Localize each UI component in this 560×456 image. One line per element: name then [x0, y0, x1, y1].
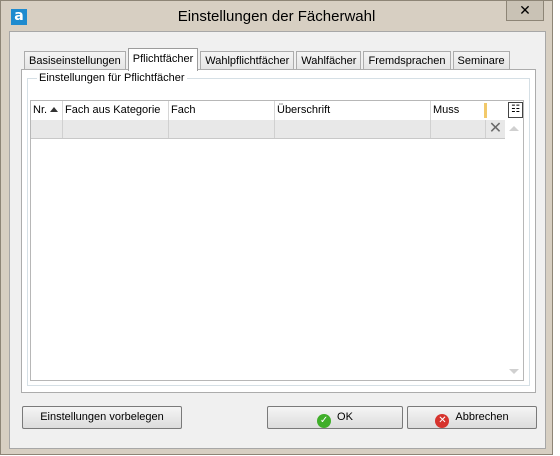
table-row[interactable]: ✕	[31, 120, 505, 139]
tab-seminare[interactable]: Seminare	[452, 51, 510, 70]
tab-basiseinstellungen[interactable]: Basiseinstellungen	[24, 51, 126, 70]
tab-wahlpflichtfaecher[interactable]: Wahlpflichtfächer	[200, 51, 295, 70]
window-title: Einstellungen der Fächerwahl	[177, 8, 376, 25]
column-header-fach[interactable]: Fach	[169, 101, 275, 120]
sort-ascending-icon	[50, 107, 59, 112]
delete-row-icon[interactable]: ✕	[486, 120, 505, 138]
cancel-button-label: Abbrechen	[455, 411, 509, 423]
cell-ueberschrift[interactable]	[275, 120, 431, 138]
vertical-scrollbar[interactable]	[506, 120, 523, 380]
tab-fremdsprachen[interactable]: Fremdsprachen	[363, 51, 451, 70]
scroll-up-icon[interactable]	[509, 126, 519, 131]
column-header-label: Nr.	[33, 104, 48, 116]
scroll-down-icon[interactable]	[509, 369, 519, 374]
column-chooser-icon[interactable]: ☷	[508, 102, 523, 118]
cell-nr[interactable]	[31, 120, 63, 138]
column-header-ueberschrift[interactable]: Überschrift	[275, 101, 431, 120]
cell-fach[interactable]	[169, 120, 275, 138]
column-header-nr[interactable]: Nr.	[31, 101, 63, 120]
column-header-muss[interactable]: Muss	[431, 101, 486, 120]
x-circle-icon: ✕	[435, 414, 450, 428]
subjects-grid: Nr. Fach aus Kategorie Fach Überschrift …	[30, 100, 524, 381]
tab-panel-pflichtfaecher: Einstellungen für Pflichtfächer Nr. Fach…	[21, 69, 536, 393]
grid-header: Nr. Fach aus Kategorie Fach Überschrift …	[31, 101, 505, 121]
column-header-fach-aus-kategorie[interactable]: Fach aus Kategorie	[63, 101, 169, 120]
ok-button[interactable]: ✓ OK	[267, 406, 403, 429]
cell-muss[interactable]	[431, 120, 486, 138]
close-button[interactable]: ✕	[506, 1, 544, 21]
settings-group: Einstellungen für Pflichtfächer Nr. Fach…	[27, 72, 530, 386]
header-resize-marker	[484, 103, 487, 118]
title-bar[interactable]: a Einstellungen der Fächerwahl ✕	[1, 1, 552, 31]
dialog-body: Basiseinstellungen Pflichtfächer Wahlpfl…	[9, 31, 546, 449]
settings-dialog: a Einstellungen der Fächerwahl ✕ Basisei…	[0, 0, 553, 455]
check-circle-icon: ✓	[317, 414, 332, 428]
tab-pflichtfaecher[interactable]: Pflichtfächer	[127, 48, 199, 71]
ok-button-label: OK	[337, 411, 353, 423]
cell-fach-aus-kategorie[interactable]	[63, 120, 169, 138]
tab-wahlfaecher[interactable]: Wahlfächer	[296, 51, 362, 70]
cancel-button[interactable]: ✕ Abbrechen	[407, 406, 537, 429]
group-legend: Einstellungen für Pflichtfächer	[37, 72, 187, 84]
tab-strip: Basiseinstellungen Pflichtfächer Wahlpfl…	[24, 46, 512, 71]
preset-settings-button[interactable]: Einstellungen vorbelegen	[22, 406, 182, 429]
